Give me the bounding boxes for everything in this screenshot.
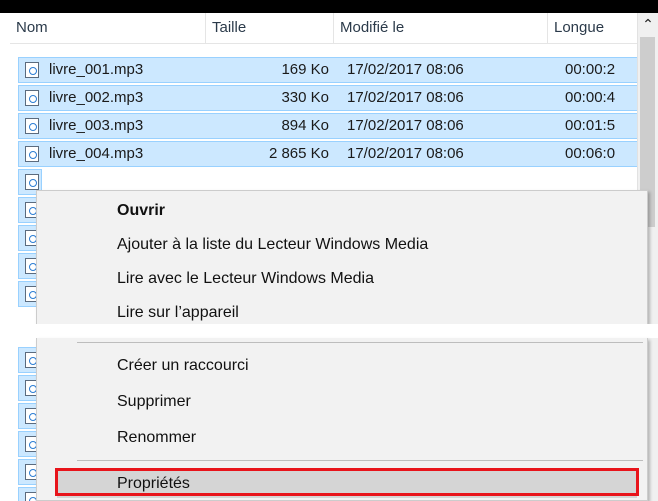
column-header-modified[interactable]: Modifié le (334, 13, 548, 43)
file-row[interactable]: livre_003.mp3 894 Ko 17/02/2017 08:06 00… (18, 113, 638, 139)
file-name: livre_002.mp3 (49, 89, 144, 106)
file-modified: 17/02/2017 08:06 (347, 89, 464, 106)
audio-file-icon (25, 174, 39, 190)
audio-file-icon (25, 146, 39, 162)
file-modified: 17/02/2017 08:06 (347, 145, 464, 162)
menu-item-add-to-wmp-list[interactable]: Ajouter à la liste du Lecteur Windows Me… (37, 229, 647, 261)
column-header-size[interactable]: Taille (206, 13, 334, 43)
file-modified: 17/02/2017 08:06 (347, 117, 464, 134)
window-top-strip (0, 0, 658, 13)
file-size: 330 Ko (281, 89, 329, 106)
scroll-up-arrow-icon[interactable]: ⌃ (638, 13, 658, 35)
file-name: livre_003.mp3 (49, 117, 144, 134)
file-name: livre_001.mp3 (49, 61, 144, 78)
file-length: 00:00:2 (565, 61, 616, 78)
menu-item-properties[interactable]: Propriétés (57, 470, 637, 498)
file-size: 2 865 Ko (268, 145, 329, 162)
screenshot-stage: Nom Taille Modifié le Longue livre_001.m… (0, 0, 658, 501)
file-size: 894 Ko (281, 117, 329, 134)
file-length: 00:01:5 (565, 117, 616, 134)
column-header-name[interactable]: Nom (10, 13, 206, 43)
file-row[interactable]: livre_001.mp3 169 Ko 17/02/2017 08:06 00… (18, 57, 638, 83)
menu-item-play-with-wmp[interactable]: Lire avec le Lecteur Windows Media (37, 263, 647, 295)
menu-separator (77, 460, 643, 461)
file-size: 169 Ko (281, 61, 329, 78)
file-length: 00:06:0 (565, 145, 616, 162)
audio-file-icon (25, 90, 39, 106)
menu-separator (77, 342, 643, 343)
file-modified: 17/02/2017 08:06 (347, 61, 464, 78)
context-menu-bottom: Créer un raccourci Supprimer Renommer Pr… (36, 338, 648, 501)
file-name: livre_004.mp3 (49, 145, 144, 162)
menu-item-rename[interactable]: Renommer (37, 422, 647, 454)
context-menu-top: Ouvrir Ajouter à la liste du Lecteur Win… (36, 190, 648, 324)
menu-item-open[interactable]: Ouvrir (37, 195, 647, 227)
menu-item-play-on-device[interactable]: Lire sur l’appareil (37, 297, 647, 324)
file-row[interactable]: livre_004.mp3 2 865 Ko 17/02/2017 08:06 … (18, 141, 638, 167)
audio-file-icon (25, 118, 39, 134)
menu-item-create-shortcut[interactable]: Créer un raccourci (37, 350, 647, 382)
audio-file-icon (25, 62, 39, 78)
column-header: Nom Taille Modifié le Longue (10, 13, 638, 44)
menu-item-delete[interactable]: Supprimer (37, 386, 647, 418)
file-length: 00:00:4 (565, 89, 616, 106)
column-header-length[interactable]: Longue (548, 13, 638, 43)
file-row[interactable]: livre_002.mp3 330 Ko 17/02/2017 08:06 00… (18, 85, 638, 111)
cropped-gap (0, 324, 658, 338)
